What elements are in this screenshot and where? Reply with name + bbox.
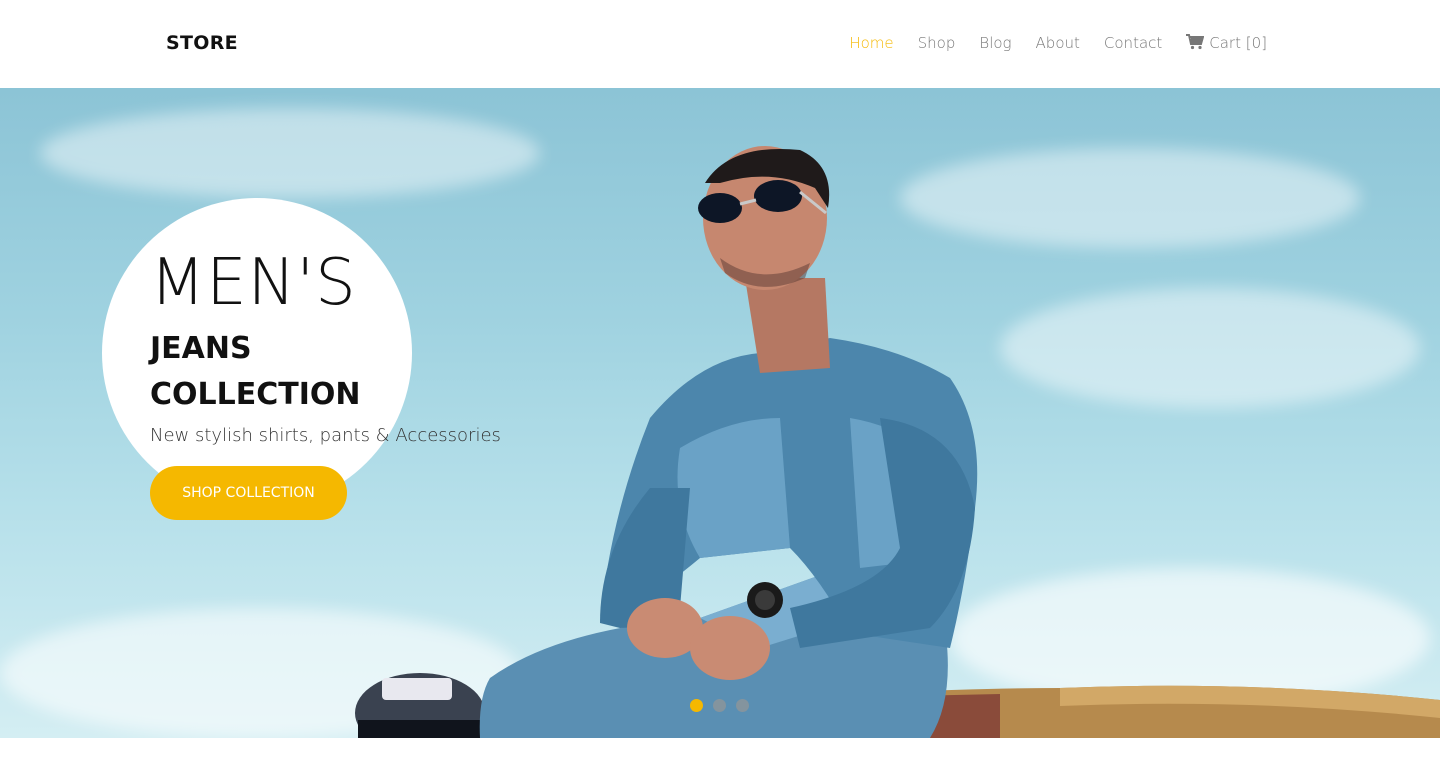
- hero-text-circle: [102, 198, 412, 508]
- carousel-dot-2[interactable]: [713, 699, 726, 712]
- cart-label: Cart [0]: [1209, 34, 1267, 52]
- hero-subtitle-line2: COLLECTION: [150, 377, 361, 412]
- page-bottom: [0, 738, 1440, 784]
- nav-item-about[interactable]: About: [1036, 34, 1080, 52]
- site-header: STORE Home Shop Blog About Contact Cart …: [0, 0, 1440, 88]
- hero-title: MEN'S: [150, 246, 357, 320]
- shop-collection-button[interactable]: SHOP COLLECTION: [150, 466, 347, 520]
- nav-item-blog[interactable]: Blog: [979, 34, 1011, 52]
- hero-subtitle-line1: JEANS: [150, 331, 252, 366]
- nav-item-shop[interactable]: Shop: [918, 34, 956, 52]
- carousel-dot-3[interactable]: [736, 699, 749, 712]
- shopping-cart-icon: [1186, 34, 1205, 50]
- nav-item-home[interactable]: Home: [849, 34, 893, 52]
- carousel-dot-1[interactable]: [690, 699, 703, 712]
- nav-item-cart[interactable]: Cart [0]: [1186, 34, 1267, 52]
- hero-description: New stylish shirts, pants & Accessories: [150, 425, 501, 446]
- carousel-dots: [690, 699, 749, 712]
- hero-banner: MEN'S JEANS COLLECTION New stylish shirt…: [0, 88, 1440, 738]
- brand-logo[interactable]: STORE: [166, 32, 238, 54]
- main-nav: Home Shop Blog About Contact Cart [0]: [825, 34, 1267, 52]
- nav-item-contact[interactable]: Contact: [1104, 34, 1162, 52]
